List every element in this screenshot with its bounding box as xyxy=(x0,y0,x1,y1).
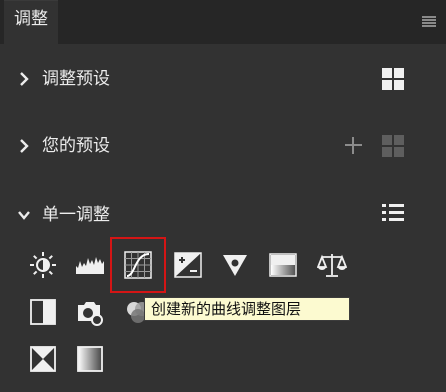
section-single-adjustments[interactable]: 单一调整 xyxy=(0,195,446,235)
invert-icon[interactable] xyxy=(28,344,58,374)
vibrance-icon[interactable] xyxy=(220,250,250,280)
curves-icon[interactable] xyxy=(123,250,153,280)
curves-tooltip: 创建新的曲线调整图层 xyxy=(144,297,350,321)
add-preset-icon[interactable] xyxy=(345,137,362,154)
exposure-icon[interactable] xyxy=(173,250,203,280)
panel-menu-icon[interactable] xyxy=(422,16,436,28)
color-balance-icon[interactable] xyxy=(317,250,347,280)
grid-view-icon[interactable] xyxy=(382,68,404,90)
gradient-map-icon[interactable] xyxy=(75,344,105,374)
levels-icon[interactable] xyxy=(75,250,105,280)
section-your-presets[interactable]: 您的预设 xyxy=(0,126,446,166)
brightness-contrast-icon[interactable] xyxy=(28,250,58,280)
chevron-down-icon xyxy=(18,211,30,220)
list-view-icon[interactable] xyxy=(382,203,404,223)
panel-tab-bar: 调整 xyxy=(0,0,446,45)
section-adjust-presets[interactable]: 调整预设 xyxy=(0,59,446,99)
black-white-icon[interactable] xyxy=(28,297,58,327)
hue-saturation-icon[interactable] xyxy=(268,250,298,280)
photo-filter-icon[interactable] xyxy=(75,297,105,327)
chevron-right-icon xyxy=(20,139,29,153)
section-title: 单一调整 xyxy=(42,205,110,225)
section-title: 调整预设 xyxy=(42,69,110,89)
grid-view-icon[interactable] xyxy=(382,135,404,157)
chevron-right-icon xyxy=(20,72,29,86)
section-title: 您的预设 xyxy=(42,136,110,156)
tab-adjustments[interactable]: 调整 xyxy=(4,0,58,45)
